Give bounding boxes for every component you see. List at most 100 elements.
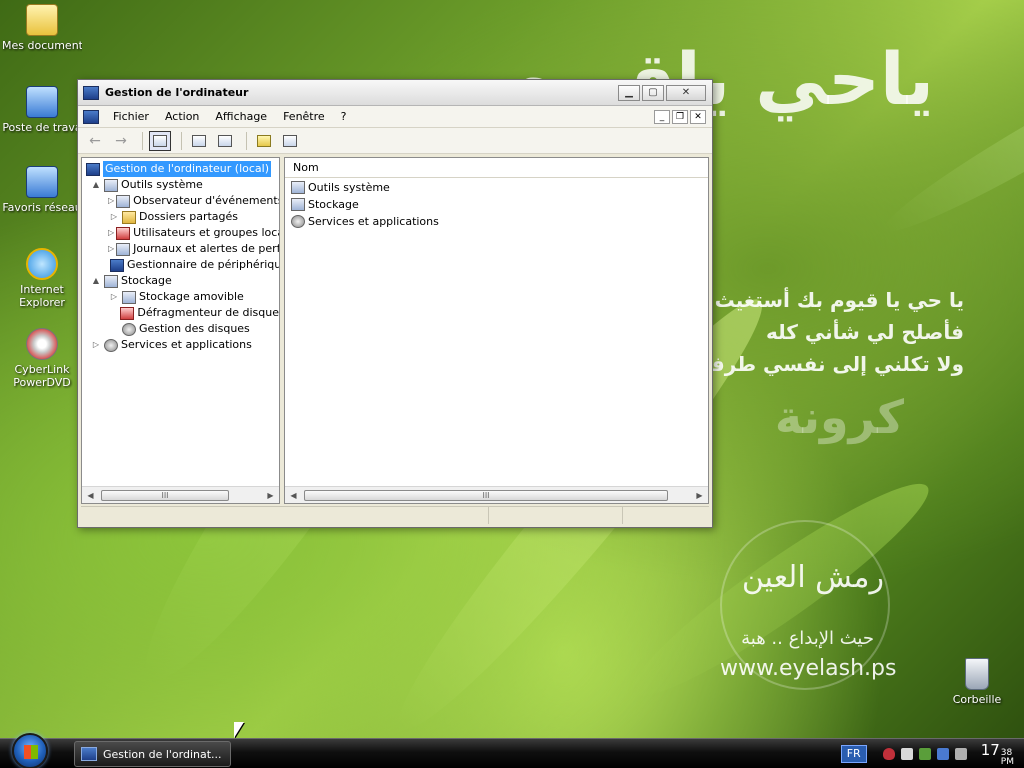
- tree-item-outils-systeme[interactable]: ▲ Outils système: [82, 177, 279, 193]
- desktop-icon-label: Poste de trava: [2, 121, 82, 134]
- list-item[interactable]: Stockage: [285, 196, 708, 213]
- desktop-icon-my-documents[interactable]: Mes documents: [2, 4, 82, 52]
- help-button[interactable]: [253, 131, 275, 151]
- collapse-icon[interactable]: ▲: [90, 177, 102, 193]
- maximize-button[interactable]: ▢: [642, 84, 664, 101]
- status-bar: [81, 506, 709, 524]
- tree-item-defragmenteur[interactable]: Défragmenteur de disque: [82, 305, 279, 321]
- list-item[interactable]: Services et applications: [285, 213, 708, 230]
- tree-item-label: Journaux et alertes de performance: [133, 242, 279, 255]
- folder-icon: [26, 4, 58, 36]
- scroll-track[interactable]: III: [99, 487, 262, 503]
- shared-folder-icon: [122, 210, 136, 224]
- scroll-thumb[interactable]: III: [101, 490, 229, 501]
- tree-item-gestionnaire-peripheriques[interactable]: Gestionnaire de périphériques: [82, 257, 279, 273]
- tree-item-observateur[interactable]: ▷ Observateur d'événements: [82, 193, 279, 209]
- tree-item-utilisateurs[interactable]: ▷ Utilisateurs et groupes locaux: [82, 225, 279, 241]
- window-title: Gestion de l'ordinateur: [105, 86, 249, 99]
- expand-icon[interactable]: ▷: [108, 193, 114, 209]
- scroll-track[interactable]: III: [302, 487, 691, 503]
- computer-management-window[interactable]: Gestion de l'ordinateur ▁ ▢ ✕ Fichier Ac…: [77, 79, 713, 528]
- volume-icon[interactable]: [900, 748, 913, 760]
- device-icon[interactable]: [954, 748, 967, 760]
- window-titlebar[interactable]: Gestion de l'ordinateur ▁ ▢ ✕: [78, 80, 712, 106]
- event-viewer-icon: [116, 194, 131, 208]
- desktop-icon-my-computer[interactable]: Poste de trava: [2, 86, 82, 134]
- expand-icon[interactable]: ▷: [108, 209, 120, 225]
- tree-item-label: Dossiers partagés: [139, 210, 239, 223]
- minimize-button[interactable]: ▁: [618, 84, 640, 101]
- show-hide-tree-button[interactable]: [149, 130, 171, 151]
- tree-item-gestion-disques[interactable]: Gestion des disques: [82, 321, 279, 337]
- internet-explorer-icon: [26, 248, 58, 280]
- tree-item-dossiers-partages[interactable]: ▷ Dossiers partagés: [82, 209, 279, 225]
- start-button[interactable]: [12, 733, 48, 768]
- desktop-icon-label: CyberLink PowerDVD: [13, 363, 71, 389]
- clock-ampm: PM: [1000, 757, 1014, 767]
- scroll-left-arrow[interactable]: ◀: [285, 491, 302, 500]
- details-pane[interactable]: Nom Outils système Stockage Services et …: [284, 157, 709, 504]
- scroll-right-arrow[interactable]: ▶: [691, 491, 708, 500]
- menu-affichage[interactable]: Affichage: [207, 110, 275, 123]
- tree-horizontal-scrollbar[interactable]: ◀ III ▶: [82, 486, 279, 503]
- mdi-restore-button[interactable]: ❐: [672, 109, 688, 124]
- expand-icon[interactable]: ▷: [108, 241, 114, 257]
- tree-item-label: Défragmenteur de disque: [137, 306, 279, 319]
- menu-action[interactable]: Action: [157, 110, 207, 123]
- taskbar-button-computer-management[interactable]: Gestion de l'ordinat...: [74, 741, 231, 767]
- services-applications-icon: [291, 215, 305, 228]
- expand-icon[interactable]: ▷: [90, 337, 102, 353]
- mmc-document-icon[interactable]: [83, 109, 99, 124]
- desktop-icon-internet-explorer[interactable]: Internet Explorer: [2, 248, 82, 309]
- menu-fichier[interactable]: Fichier: [105, 110, 157, 123]
- tree-item-stockage-amovible[interactable]: ▷ Stockage amovible: [82, 289, 279, 305]
- clock[interactable]: 17 38 PM: [981, 741, 1014, 767]
- expand-icon[interactable]: ▷: [108, 289, 120, 305]
- wallpaper-watermark: كرونة: [774, 390, 904, 444]
- list-item[interactable]: Outils système: [285, 179, 708, 196]
- desktop-icon-network-places[interactable]: Favoris réseau: [2, 166, 82, 214]
- tree-item-stockage[interactable]: ▲ Stockage: [82, 273, 279, 289]
- menu-bar: Fichier Action Affichage Fenêtre ? _ ❐ ✕: [78, 106, 712, 128]
- tree-item-journaux[interactable]: ▷ Journaux et alertes de performance: [82, 241, 279, 257]
- services-applications-icon: [104, 338, 118, 352]
- security-shield-icon[interactable]: [882, 748, 895, 760]
- export-list-button[interactable]: [214, 131, 236, 151]
- tree-item-label: Utilisateurs et groupes locaux: [133, 226, 279, 239]
- mdi-close-button[interactable]: ✕: [690, 109, 706, 124]
- show-action-pane-button[interactable]: [279, 131, 301, 151]
- display-icon[interactable]: [936, 748, 949, 760]
- console-tree-icon: [153, 134, 167, 147]
- scroll-thumb[interactable]: III: [304, 490, 668, 501]
- language-indicator[interactable]: FR: [840, 745, 867, 763]
- scroll-left-arrow[interactable]: ◀: [82, 491, 99, 500]
- close-button[interactable]: ✕: [666, 84, 706, 101]
- tree-item-label: Stockage amovible: [139, 290, 244, 303]
- desktop-icon-powerdvd[interactable]: CyberLink PowerDVD: [2, 328, 82, 389]
- list-horizontal-scrollbar[interactable]: ◀ III ▶: [285, 486, 708, 503]
- scroll-right-arrow[interactable]: ▶: [262, 491, 279, 500]
- desktop-icon-recycle-bin[interactable]: Corbeille: [937, 658, 1017, 706]
- console-tree[interactable]: Gestion de l'ordinateur (local) ▲ Outils…: [81, 157, 280, 504]
- mdi-minimize-button[interactable]: _: [654, 109, 670, 124]
- list-item-label: Services et applications: [308, 215, 439, 228]
- tree-item-services[interactable]: ▷ Services et applications: [82, 337, 279, 353]
- expand-icon[interactable]: ▷: [108, 225, 114, 241]
- desktop-icon-label: Corbeille: [952, 693, 1002, 706]
- back-arrow-icon[interactable]: ←: [84, 131, 106, 151]
- desktop-icon-label: Mes documents: [2, 39, 82, 52]
- list-item-label: Outils système: [308, 181, 390, 194]
- desktop-icon-label: Internet Explorer: [19, 283, 65, 309]
- forward-arrow-icon[interactable]: →: [110, 131, 132, 151]
- column-header-nom[interactable]: Nom: [285, 158, 708, 178]
- tree-root[interactable]: Gestion de l'ordinateur (local): [82, 161, 279, 177]
- properties-button[interactable]: [188, 131, 210, 151]
- disk-management-icon: [122, 322, 136, 336]
- network-icon[interactable]: [918, 748, 931, 760]
- taskbar: Gestion de l'ordinat... FR 17 38 PM: [0, 733, 1024, 768]
- collapse-icon[interactable]: ▲: [90, 273, 102, 289]
- menu-help[interactable]: ?: [333, 110, 355, 123]
- tree-root-label: Gestion de l'ordinateur (local): [103, 161, 272, 177]
- menu-fenetre[interactable]: Fenêtre: [275, 110, 333, 123]
- status-pane: [489, 507, 623, 524]
